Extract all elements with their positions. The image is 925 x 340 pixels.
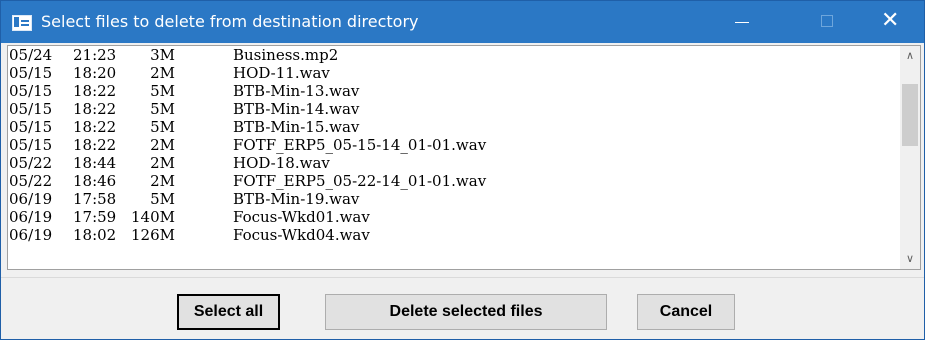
file-list-rows: 05/24 21:23 3M Business.mp2 05/15 18:20 2M HOD-… [9, 46, 899, 244]
file-time: 18:44 [73, 154, 117, 172]
title-bar[interactable]: Select files to delete from destination … [1, 1, 924, 43]
file-date: 05/15 [9, 64, 53, 82]
app-icon [12, 15, 32, 31]
file-name: HOD-11.wav [233, 64, 330, 82]
select-all-button[interactable]: Select all [177, 294, 280, 330]
file-name: BTB-Min-15.wav [233, 118, 360, 136]
file-date: 05/15 [9, 118, 53, 136]
file-list-item[interactable]: 05/15 18:22 5M BTB-Min-14.wav [9, 100, 899, 118]
maximize-button [801, 1, 857, 43]
file-name: Focus-Wkd01.wav [233, 208, 370, 226]
delete-files-dialog: Select files to delete from destination … [0, 0, 925, 340]
file-list-item[interactable]: 05/15 18:22 2M FOTF_ERP5_05-15-14_01-01.wav [9, 136, 899, 154]
file-list[interactable]: 05/24 21:23 3M Business.mp2 05/15 18:20 2M HOD-… [7, 45, 921, 270]
close-button[interactable]: ✕ [863, 1, 919, 43]
file-list-item[interactable]: 05/22 18:46 2M FOTF_ERP5_05-22-14_01-01.wav [9, 172, 899, 190]
file-name: FOTF_ERP5_05-22-14_01-01.wav [233, 172, 487, 190]
close-icon: ✕ [881, 8, 900, 33]
file-size: 5M [150, 100, 175, 118]
file-name: BTB-Min-14.wav [233, 100, 360, 118]
file-name: Business.mp2 [233, 46, 339, 64]
file-time: 17:58 [73, 190, 117, 208]
delete-selected-files-button[interactable]: Delete selected files [325, 294, 607, 330]
file-list-item[interactable]: 06/19 17:59 140M Focus-Wkd01.wav [9, 208, 899, 226]
file-date: 05/15 [9, 82, 53, 100]
file-size: 2M [150, 64, 175, 82]
scroll-down-icon[interactable]: ∨ [900, 249, 920, 269]
file-date: 05/22 [9, 172, 53, 190]
file-size: 2M [150, 172, 175, 190]
file-date: 06/19 [9, 190, 53, 208]
file-time: 18:20 [73, 64, 117, 82]
file-date: 05/15 [9, 100, 53, 118]
footer-divider [1, 277, 924, 278]
file-date: 06/19 [9, 208, 53, 226]
vertical-scrollbar[interactable]: ∧ ∨ [900, 46, 920, 269]
file-name: HOD-18.wav [233, 154, 330, 172]
file-list-item[interactable]: 05/15 18:22 5M BTB-Min-13.wav [9, 82, 899, 100]
scroll-up-icon[interactable]: ∧ [900, 46, 920, 66]
file-name: FOTF_ERP5_05-15-14_01-01.wav [233, 136, 487, 154]
file-size: 5M [150, 190, 175, 208]
file-size: 5M [150, 118, 175, 136]
file-size: 3M [150, 46, 175, 64]
cancel-button[interactable]: Cancel [637, 294, 735, 330]
file-date: 05/22 [9, 154, 53, 172]
window-title: Select files to delete from destination … [41, 12, 419, 31]
minimize-button[interactable] [713, 1, 769, 43]
file-list-item[interactable]: 05/24 21:23 3M Business.mp2 [9, 46, 899, 64]
file-size: 140M [131, 208, 175, 226]
scroll-thumb[interactable] [902, 84, 918, 146]
file-date: 05/24 [9, 46, 53, 64]
file-list-item[interactable]: 05/15 18:22 5M BTB-Min-15.wav [9, 118, 899, 136]
file-time: 18:22 [73, 118, 117, 136]
file-time: 18:46 [73, 172, 117, 190]
file-list-item[interactable]: 06/19 18:02 126M Focus-Wkd04.wav [9, 226, 899, 244]
file-time: 17:59 [73, 208, 117, 226]
file-time: 18:22 [73, 136, 117, 154]
file-size: 5M [150, 82, 175, 100]
file-time: 21:23 [73, 46, 117, 64]
file-name: BTB-Min-13.wav [233, 82, 360, 100]
file-list-item[interactable]: 05/15 18:20 2M HOD-11.wav [9, 64, 899, 82]
file-date: 05/15 [9, 136, 53, 154]
file-list-item[interactable]: 05/22 18:44 2M HOD-18.wav [9, 154, 899, 172]
file-size: 126M [131, 226, 175, 244]
maximize-icon [821, 15, 833, 27]
file-size: 2M [150, 154, 175, 172]
file-time: 18:22 [73, 82, 117, 100]
file-name: BTB-Min-19.wav [233, 190, 360, 208]
file-time: 18:22 [73, 100, 117, 118]
file-name: Focus-Wkd04.wav [233, 226, 370, 244]
file-time: 18:02 [73, 226, 117, 244]
minimize-icon [735, 22, 749, 23]
file-list-item[interactable]: 06/19 17:58 5M BTB-Min-19.wav [9, 190, 899, 208]
file-date: 06/19 [9, 226, 53, 244]
file-size: 2M [150, 136, 175, 154]
